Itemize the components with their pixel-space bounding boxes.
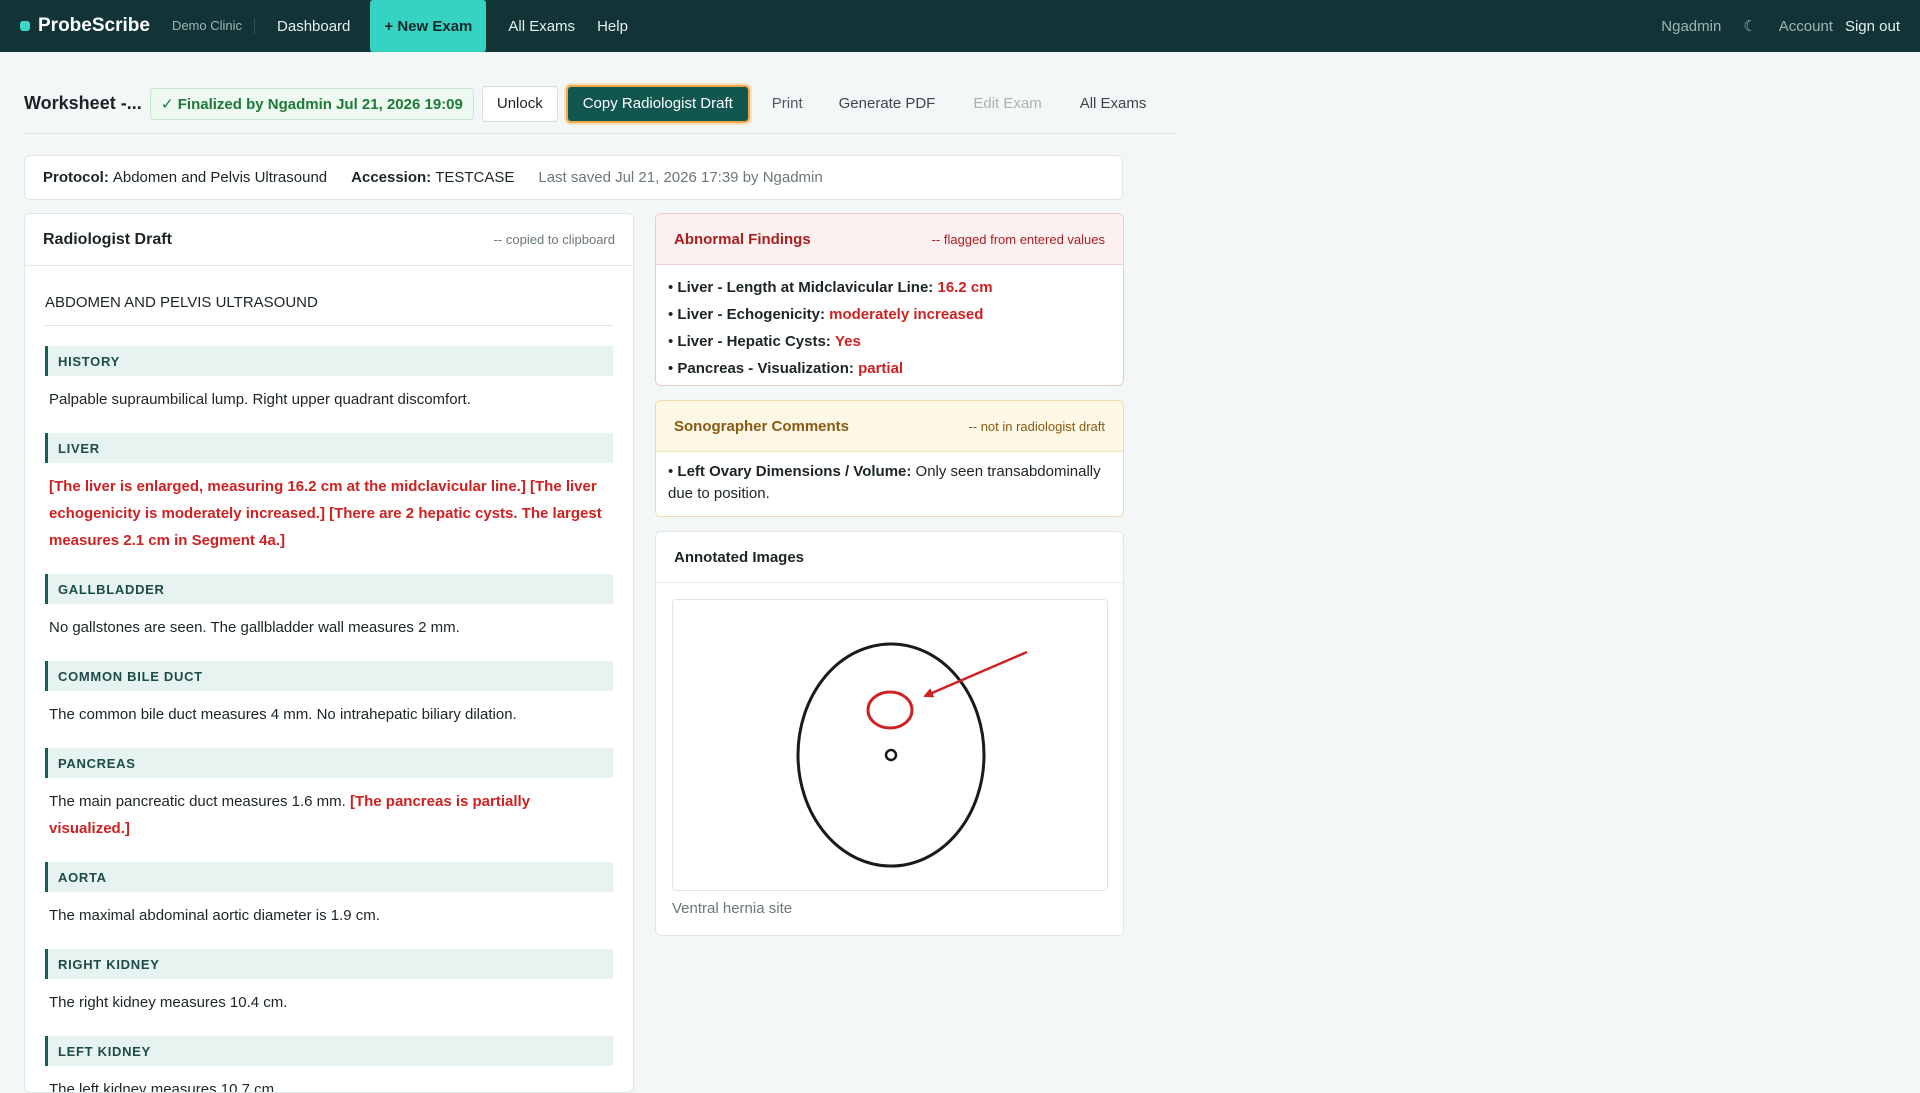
image-caption: Ventral hernia site [672,900,793,917]
section-heading-history: HISTORY [45,346,613,376]
finding-value: moderately increased [829,306,984,323]
finalized-badge: ✓ Finalized by Ngadmin Jul 21, 2026 19:0… [150,87,474,120]
section-heading-common-bile-duct: COMMON BILE DUCT [45,661,613,691]
section-text-liver: [The liver is enlarged, measuring 16.2 c… [45,473,613,554]
nav-all-exams[interactable]: All Exams [508,18,575,35]
section-text: The main pancreatic duct measures 1.6 mm… [49,793,346,810]
report-title: ABDOMEN AND PELVIS ULTRASOUND [45,294,613,326]
section-text-aorta: The maximal abdominal aortic diameter is… [45,902,613,929]
finding-item: • Liver - Echogenicity: moderately incre… [668,306,984,323]
protocol-value: Abdomen and Pelvis Ultrasound [112,169,328,186]
finding-value: Yes [834,333,861,350]
theme-toggle-moon-icon[interactable]: ☾ [1743,17,1756,35]
radiologist-draft-panel: Radiologist Draft -- copied to clipboard… [24,213,634,1093]
print-link[interactable]: Print [772,95,803,112]
draft-header: Radiologist Draft -- copied to clipboard [25,214,633,266]
section-text-common-bile-duct: The common bile duct measures 4 mm. No i… [45,701,613,728]
sonographer-comments-header: Sonographer Comments -- not in radiologi… [656,401,1123,452]
hernia-circle-annotation [866,690,914,730]
abnormal-findings-card: Abnormal Findings -- flagged from entere… [655,213,1124,386]
top-nav: ProbeScribe Demo Clinic Dashboard + New … [0,0,1920,52]
sonographer-comment-item: • Left Ovary Dimensions / Volume: Only s… [668,463,1101,502]
section-text: The common bile duct measures 4 mm. No i… [49,706,517,723]
section-heading-liver: LIVER [45,433,613,463]
section-text: No gallstones are seen. The gallbladder … [49,619,460,636]
section-heading-left-kidney: LEFT KIDNEY [45,1036,613,1066]
finding-value: 16.2 cm [937,279,993,296]
section-text-pancreas: The main pancreatic duct measures 1.6 mm… [45,788,613,842]
sonographer-comments-note: -- not in radiologist draft [968,418,1105,434]
finding-value: partial [858,360,904,377]
brand-dot-icon [20,21,30,31]
annotated-images-card: Annotated Images Ventral hernia site [655,531,1124,936]
finding-item: • Liver - Hepatic Cysts: Yes [668,333,861,350]
accession-value: TESTCASE [435,169,515,186]
nav-username: Ngadmin [1661,17,1722,35]
section-heading-gallbladder: GALLBLADDER [45,574,613,604]
section-text: The maximal abdominal aortic diameter is… [49,907,380,924]
worksheet-toolbar: Worksheet -... ✓ Finalized by Ngadmin Ju… [24,84,1176,134]
sonographer-comments-card: Sonographer Comments -- not in radiologi… [655,400,1124,517]
edit-exam-link-disabled: Edit Exam [973,95,1042,112]
section-text: The right kidney measures 10.4 cm. [49,994,288,1011]
last-saved-text: Last saved Jul 21, 2026 17:39 by Ngadmin [538,169,823,186]
nav-account-link[interactable]: Account [1779,18,1833,35]
draft-copied-note: -- copied to clipboard [493,232,615,247]
nav-help[interactable]: Help [597,18,628,35]
finding-label: Liver - Hepatic Cysts: [677,333,831,350]
copy-radiologist-draft-button[interactable]: Copy Radiologist Draft [565,84,750,123]
abnormal-findings-note: -- flagged from entered values [931,231,1105,247]
nav-signout-link[interactable]: Sign out [1845,18,1900,35]
comment-label: Left Ovary Dimensions / Volume: [677,463,912,480]
annotated-images-header: Annotated Images [656,532,1123,583]
section-text-history: Palpable supraumbilical lump. Right uppe… [45,386,613,413]
section-text: The left kidney measures 10.7 cm. [49,1081,279,1093]
finding-label: Liver - Echogenicity: [677,306,825,323]
accession-label: Accession: [351,169,432,186]
brand-logo[interactable]: ProbeScribe [20,15,150,37]
section-text-right-kidney: The right kidney measures 10.4 cm. [45,989,613,1016]
unlock-button[interactable]: Unlock [481,85,558,122]
annotated-images-title: Annotated Images [674,548,805,566]
nav-new-exam-button[interactable]: + New Exam [370,0,487,52]
generate-pdf-link[interactable]: Generate PDF [839,95,936,112]
flagged-text: [The liver is enlarged, measuring 16.2 c… [49,478,602,549]
finding-label: Pancreas - Visualization: [677,360,854,377]
finding-item: • Liver - Length at Midclavicular Line: … [668,279,993,296]
annotation-drawing [796,642,1028,868]
section-heading-pancreas: PANCREAS [45,748,613,778]
abnormal-findings-header: Abnormal Findings -- flagged from entere… [656,214,1123,265]
finding-label: Liver - Length at Midclavicular Line: [677,279,934,296]
sonographer-comments-title: Sonographer Comments [674,417,850,435]
section-text: Palpable supraumbilical lump. Right uppe… [49,391,471,408]
finding-item: • Pancreas - Visualization: partial [668,360,904,377]
draft-body: ABDOMEN AND PELVIS ULTRASOUND HISTORY Pa… [25,294,633,1093]
draft-title: Radiologist Draft [43,230,172,248]
section-text-gallbladder: No gallstones are seen. The gallbladder … [45,614,613,641]
annotated-image[interactable] [672,599,1108,891]
protocol-label: Protocol: [43,169,109,186]
worksheet-title: Worksheet -... [24,93,142,113]
organ-outline [796,642,986,868]
abnormal-findings-title: Abnormal Findings [674,230,811,248]
abnormal-findings-list: • Liver - Length at Midclavicular Line: … [656,265,1123,385]
landmark-marker [884,748,898,762]
arrow-annotation [923,650,1028,698]
clinic-name: Demo Clinic [172,18,256,34]
protocol-bar: Protocol: Abdomen and Pelvis Ultrasound … [24,155,1123,200]
nav-dashboard[interactable]: Dashboard [277,18,350,35]
section-heading-right-kidney: RIGHT KIDNEY [45,949,613,979]
brand-name: ProbeScribe [38,15,150,36]
annotated-images-body: Ventral hernia site [656,583,1123,933]
section-heading-aorta: AORTA [45,862,613,892]
section-text-left-kidney: The left kidney measures 10.7 cm. [45,1076,613,1093]
all-exams-link[interactable]: All Exams [1080,95,1147,112]
